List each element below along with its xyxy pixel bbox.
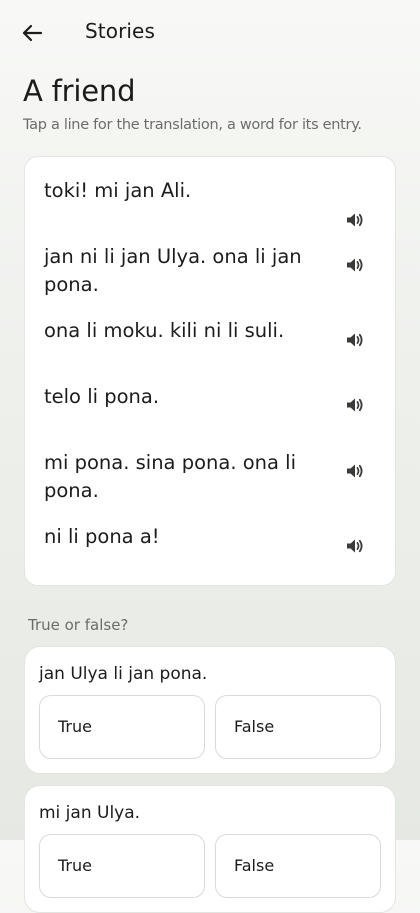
- speaker-icon: [347, 213, 363, 227]
- quiz-question-card: jan Ulya li jan pona. True False: [24, 646, 396, 774]
- story-line-text[interactable]: telo li pona.: [44, 383, 326, 411]
- quiz-section-label: True or false?: [28, 616, 129, 634]
- play-audio-button[interactable]: [342, 254, 368, 276]
- play-audio-button[interactable]: [342, 535, 368, 557]
- quiz-question-text: mi jan Ulya.: [39, 803, 141, 823]
- story-line-text[interactable]: ona li moku. kili ni li suli.: [44, 317, 326, 345]
- answer-label: True: [58, 717, 92, 736]
- speaker-icon: [347, 333, 363, 347]
- answer-label: True: [58, 856, 92, 875]
- story-line[interactable]: telo li pona.: [25, 383, 395, 423]
- story-line-text[interactable]: ni li pona a!: [44, 523, 326, 551]
- story-line-text[interactable]: jan ni li jan Ulya. ona li jan pona.: [44, 243, 326, 299]
- true-button[interactable]: True: [39, 695, 205, 759]
- speaker-icon: [347, 258, 363, 272]
- play-audio-button[interactable]: [342, 329, 368, 351]
- story-line-text[interactable]: toki! mi jan Ali.: [44, 177, 326, 205]
- answer-label: False: [234, 717, 275, 736]
- play-audio-button[interactable]: [342, 460, 368, 482]
- true-button[interactable]: True: [39, 834, 205, 898]
- story-title: A friend: [23, 74, 136, 108]
- app-bar-title: Stories: [85, 19, 155, 43]
- speaker-icon: [347, 398, 363, 412]
- top-app-bar: Stories: [0, 0, 420, 64]
- story-line[interactable]: ni li pona a!: [25, 523, 395, 563]
- false-button[interactable]: False: [215, 695, 381, 759]
- story-hint: Tap a line for the translation, a word f…: [23, 117, 362, 133]
- story-line[interactable]: ona li moku. kili ni li suli.: [25, 317, 395, 357]
- answer-label: False: [234, 856, 275, 875]
- play-audio-button[interactable]: [342, 394, 368, 416]
- quiz-question-card: mi jan Ulya. True False: [24, 785, 396, 913]
- story-line[interactable]: toki! mi jan Ali.: [25, 177, 395, 227]
- play-audio-button[interactable]: [342, 209, 368, 231]
- speaker-icon: [347, 539, 363, 553]
- story-line[interactable]: mi pona. sina pona. ona li pona.: [25, 449, 395, 505]
- quiz-question-text: jan Ulya li jan pona.: [39, 664, 208, 684]
- speaker-icon: [347, 464, 363, 478]
- arrow-left-icon: [22, 24, 43, 42]
- back-button[interactable]: [14, 18, 50, 48]
- story-card: toki! mi jan Ali. jan ni li jan Ulya. on…: [24, 156, 396, 586]
- story-line[interactable]: jan ni li jan Ulya. ona li jan pona.: [25, 243, 395, 299]
- false-button[interactable]: False: [215, 834, 381, 898]
- story-line-text[interactable]: mi pona. sina pona. ona li pona.: [44, 449, 326, 505]
